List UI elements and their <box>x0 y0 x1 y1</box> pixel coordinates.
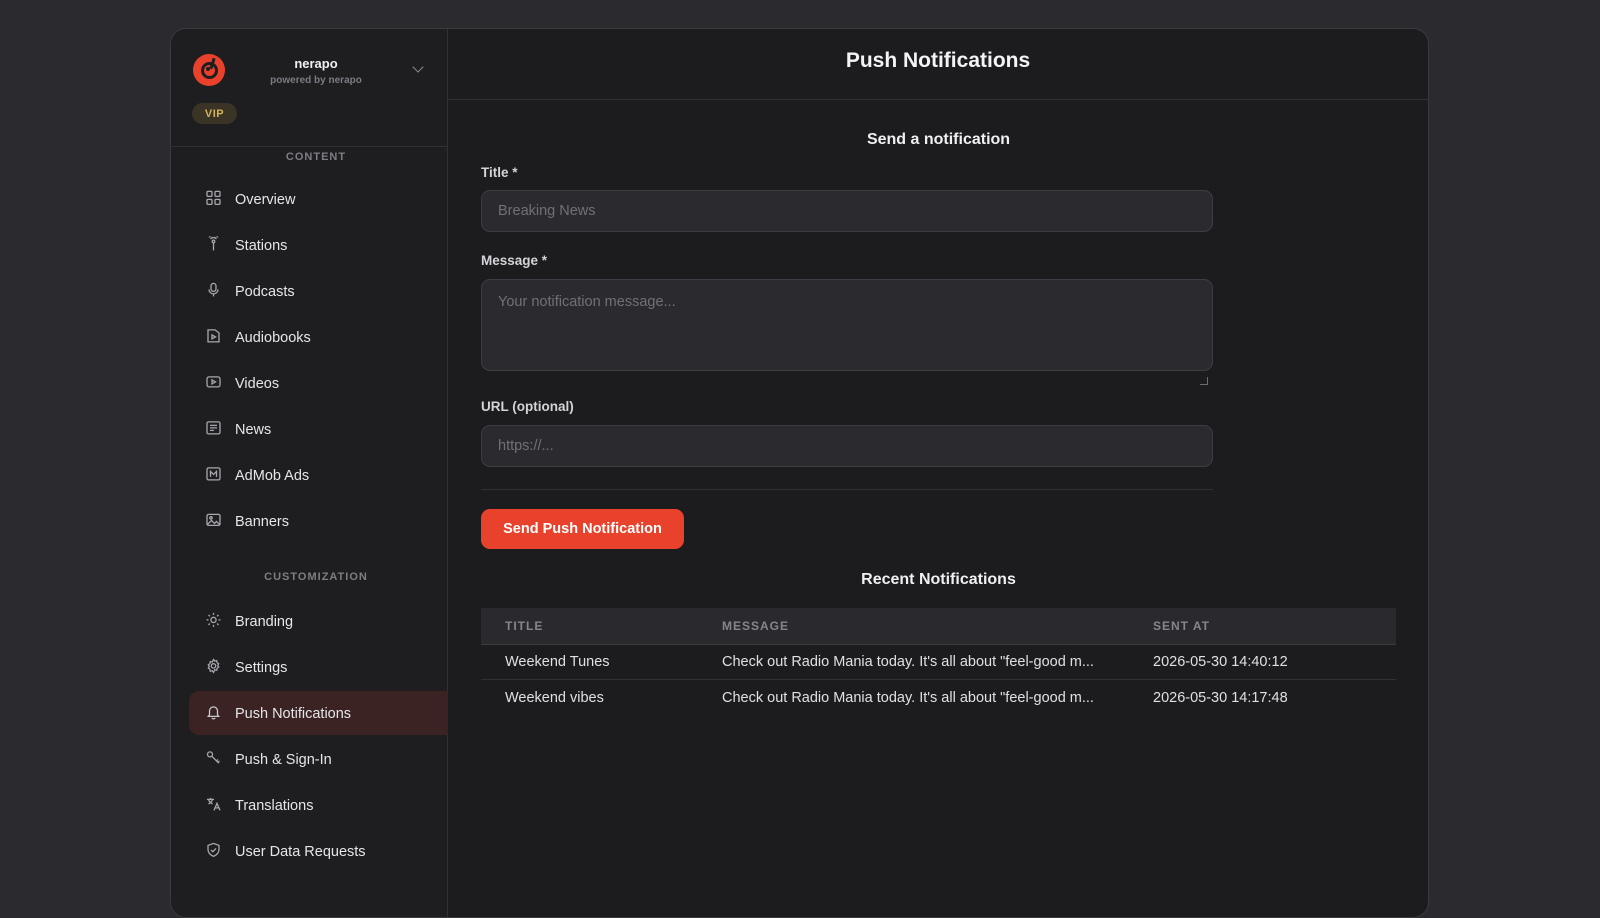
cell-message: Check out Radio Mania today. It's all ab… <box>722 689 1094 706</box>
recent-notifications-table: TITLE MESSAGE SENT AT Weekend Tunes Chec… <box>481 608 1396 715</box>
image-icon <box>205 511 221 527</box>
sidebar-item-label: News <box>235 421 272 438</box>
page-header: Push Notifications <box>448 29 1428 100</box>
sidebar-item-branding[interactable]: Branding <box>189 599 448 643</box>
sidebar-item-stations[interactable]: Stations <box>189 223 448 267</box>
sidebar-item-videos[interactable]: Videos <box>189 361 448 405</box>
form-divider <box>481 489 1213 490</box>
textarea-resize-handle[interactable] <box>1200 377 1208 385</box>
sidebar-item-settings[interactable]: Settings <box>189 645 448 689</box>
table-row[interactable]: Weekend Tunes Check out Radio Mania toda… <box>481 645 1396 680</box>
page-title: Push Notifications <box>845 49 1031 72</box>
sidebar-item-label: Stations <box>235 237 288 254</box>
cell-title: Weekend Tunes <box>505 654 610 670</box>
bell-icon <box>205 703 221 719</box>
sidebar-item-audiobooks[interactable]: Audiobooks <box>189 315 448 359</box>
recent-notifications-title: Recent Notifications <box>861 571 1016 588</box>
sidebar-item-push-sign-in[interactable]: Push & Sign-In <box>189 737 448 781</box>
table-row[interactable]: Weekend vibes Check out Radio Mania toda… <box>481 680 1396 715</box>
sidebar: nerapo powered by nerapo VIP CONTENT Ove… <box>171 29 448 917</box>
title-field-label: Title * <box>481 165 518 180</box>
sidebar-item-label: Overview <box>235 191 296 208</box>
table-header: TITLE MESSAGE SENT AT <box>481 608 1396 645</box>
workspace-switcher[interactable]: nerapo powered by nerapo VIP <box>171 29 447 147</box>
sidebar-item-label: Audiobooks <box>235 329 311 346</box>
sidebar-item-label: Videos <box>235 375 280 392</box>
cell-sent-at: 2026-05-30 14:17:48 <box>1153 689 1288 706</box>
column-header-title: TITLE <box>505 619 544 633</box>
book-play-icon <box>205 327 221 343</box>
title-input[interactable] <box>481 190 1213 232</box>
cell-message: Check out Radio Mania today. It's all ab… <box>722 654 1094 670</box>
sidebar-item-label: Branding <box>235 613 294 630</box>
sidebar-item-label: Podcasts <box>235 283 295 300</box>
sidebar-item-news[interactable]: News <box>189 407 448 451</box>
sidebar-item-push-notifications[interactable]: Push Notifications <box>189 691 448 735</box>
cell-title: Weekend vibes <box>505 689 604 706</box>
sidebar-item-translations[interactable]: Translations <box>189 783 448 827</box>
video-icon <box>205 373 221 389</box>
url-input[interactable] <box>481 425 1213 467</box>
sidebar-item-podcasts[interactable]: Podcasts <box>189 269 448 313</box>
url-field-label: URL (optional) <box>481 399 574 414</box>
sidebar-item-label: Push Notifications <box>235 705 352 722</box>
sun-icon <box>205 611 221 627</box>
sidebar-item-label: Translations <box>235 797 314 814</box>
cell-sent-at: 2026-05-30 14:40:12 <box>1153 654 1288 670</box>
sidebar-item-label: Banners <box>235 513 290 530</box>
shield-icon <box>205 841 221 857</box>
sidebar-item-label: User Data Requests <box>235 843 366 860</box>
section-label-customization: CUSTOMIZATION <box>264 571 368 583</box>
message-textarea[interactable] <box>481 279 1213 371</box>
column-header-message: MESSAGE <box>722 619 790 633</box>
sidebar-item-label: Settings <box>235 659 288 676</box>
section-label-content: CONTENT <box>285 151 347 163</box>
ad-icon <box>205 465 221 481</box>
sidebar-item-label: Push & Sign-In <box>235 751 332 768</box>
grid-icon <box>205 189 221 205</box>
message-field-label: Message * <box>481 253 548 268</box>
vip-badge: VIP <box>192 103 237 124</box>
key-icon <box>205 749 221 765</box>
send-notification-title: Send a notification <box>866 131 1011 148</box>
sidebar-item-label: AdMob Ads <box>235 467 310 484</box>
column-header-sent-at: SENT AT <box>1153 619 1210 633</box>
app-window: nerapo powered by nerapo VIP CONTENT Ove… <box>170 28 1429 918</box>
microphone-icon <box>205 281 221 297</box>
gear-icon <box>205 657 221 673</box>
translate-icon <box>205 795 221 811</box>
sidebar-item-admob-ads[interactable]: AdMob Ads <box>189 453 448 497</box>
antenna-icon <box>205 235 221 251</box>
sidebar-item-user-data-requests[interactable]: User Data Requests <box>189 829 448 873</box>
newspaper-icon <box>205 419 221 435</box>
sidebar-item-banners[interactable]: Banners <box>189 499 448 543</box>
brand-subtitle: powered by nerapo <box>270 75 362 86</box>
send-push-notification-button[interactable]: Send Push Notification <box>481 509 684 549</box>
sidebar-item-overview[interactable]: Overview <box>189 177 448 221</box>
main-content: Push Notifications Send a notification T… <box>448 29 1428 917</box>
